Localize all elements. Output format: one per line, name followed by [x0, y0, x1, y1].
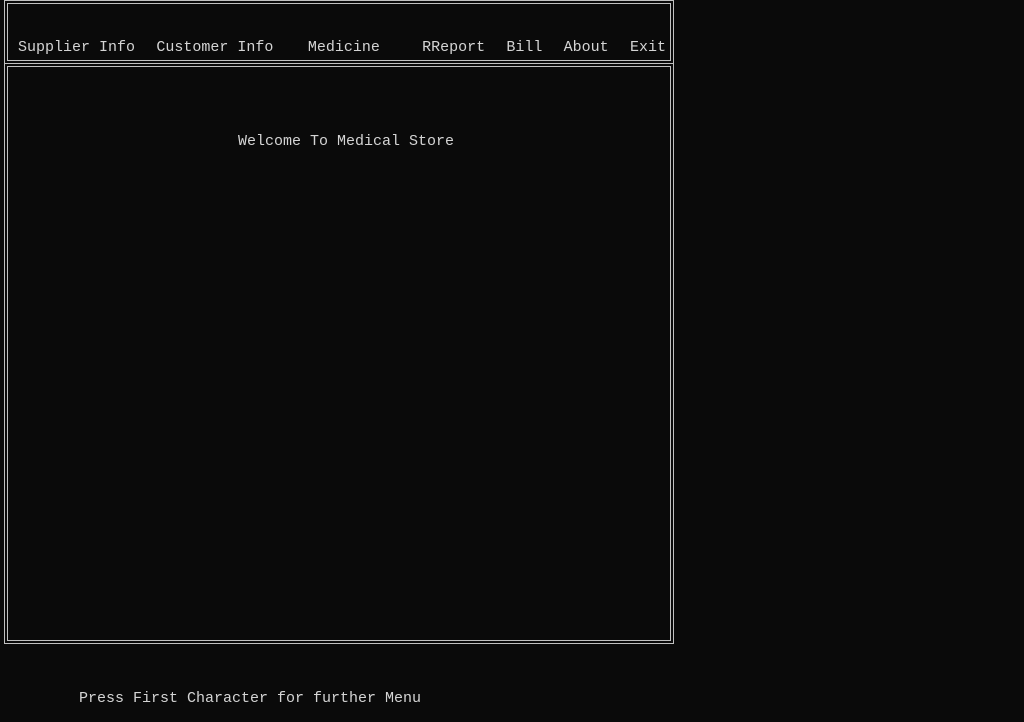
- menu-item-bill[interactable]: Bill: [502, 39, 546, 56]
- menu-item-about[interactable]: About: [560, 39, 613, 56]
- main-content-box: Welcome To Medical Store: [7, 66, 671, 641]
- welcome-text: Welcome To Medical Store: [238, 133, 454, 150]
- footer-hint: Press First Character for further Menu: [79, 690, 421, 707]
- menu-item-customer-info[interactable]: Customer Info: [152, 39, 277, 56]
- menu-box: Supplier Info Customer Info Medicine RRe…: [7, 3, 671, 61]
- menu-bar: Supplier Info Customer Info Medicine RRe…: [8, 4, 670, 60]
- menu-item-supplier-info[interactable]: Supplier Info: [14, 39, 139, 56]
- menu-item-rreport[interactable]: RReport: [418, 39, 489, 56]
- menu-item-medicine[interactable]: Medicine: [304, 39, 384, 56]
- menu-item-exit[interactable]: Exit: [626, 39, 670, 56]
